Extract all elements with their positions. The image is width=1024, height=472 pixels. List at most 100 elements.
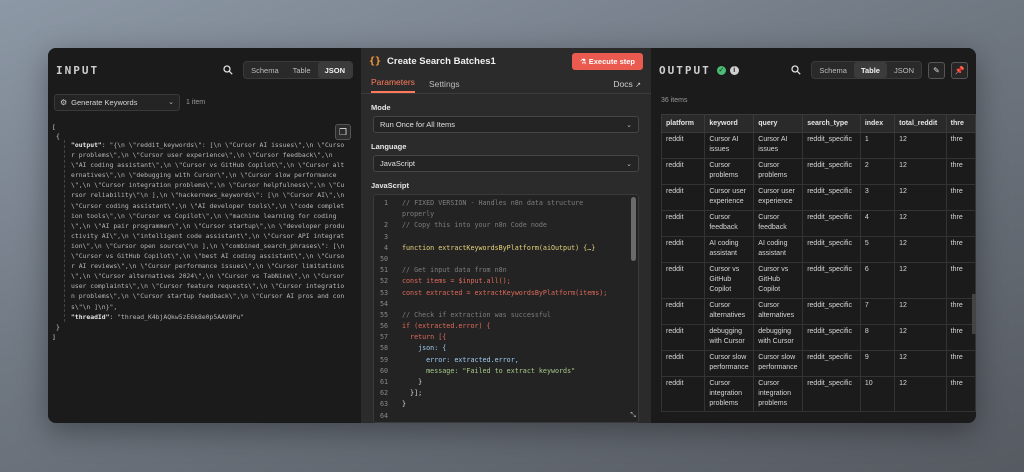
column-header-query[interactable]: query [753, 114, 804, 133]
input-item-count: 1 item [186, 98, 206, 106]
json-key-output: "output" [71, 141, 102, 149]
table-row[interactable]: reddit AI coding assistant AI coding assis… [660, 236, 976, 263]
table-row[interactable]: reddit debugging with Cursor debugging wit… [660, 323, 976, 351]
output-panel: OUTPUT ✓ i Schema Table JSON ✎ 📌 36 item… [651, 48, 976, 423]
code-editor[interactable]: 1 // FIXED VERSION - Handles n8n data str… [373, 194, 639, 423]
table-cell: Cursor slow performance [704, 349, 755, 377]
panel-drag-handle[interactable] [972, 294, 976, 334]
code-line: 2 // Copy this into your n8n Code node [374, 220, 638, 231]
language-select[interactable]: JavaScript ⌄ [373, 155, 639, 172]
table-cell: reddit [660, 236, 706, 263]
editor-scrollbar[interactable] [631, 197, 636, 261]
column-header-thread[interactable]: thre [945, 114, 976, 133]
table-row[interactable]: reddit Cursor integration problems Cursor … [660, 375, 976, 413]
success-check-icon: ✓ [716, 65, 726, 75]
line-number: 62 [379, 389, 388, 398]
language-label: Language [371, 142, 407, 151]
resize-handle-icon[interactable]: ⤡ [630, 411, 636, 420]
input-view-schema[interactable]: Schema [244, 62, 286, 78]
code-line: 59 error: extracted.error, [374, 355, 638, 366]
input-header: INPUT Schema Table JSON [48, 48, 361, 92]
table-cell: reddit_specific [802, 184, 861, 211]
code-line: properly [374, 209, 638, 220]
table-cell: 12 [894, 297, 947, 325]
line-code: return [{ [402, 333, 447, 342]
line-code: if (extracted.error) { [402, 322, 491, 331]
table-cell: Cursor alternatives [704, 297, 755, 325]
info-icon[interactable]: i [729, 65, 739, 75]
code-line: 52 const items = $input.all(); [374, 276, 638, 287]
line-code: // FIXED VERSION - Handles n8n data stru… [402, 199, 584, 207]
column-header-search-type[interactable]: search_type [802, 114, 861, 133]
line-code: // Get input data from n8n [402, 266, 507, 275]
input-view-json[interactable]: JSON [317, 62, 352, 78]
search-icon[interactable] [787, 61, 805, 79]
table-cell: reddit [660, 349, 706, 377]
code-line: 50 [374, 254, 638, 265]
code-line: 3 [374, 232, 638, 243]
line-code: message: "Failed to extract keywords" [402, 366, 576, 375]
node-tabs: Parameters Settings Docs ↗ [361, 74, 651, 94]
table-cell: reddit_specific [802, 158, 861, 185]
code-line: 54 [374, 299, 638, 310]
edit-pencil-icon[interactable]: ✎ [928, 61, 945, 79]
table-cell: reddit [660, 210, 706, 237]
pin-icon[interactable]: 📌 [951, 61, 968, 79]
app-window: INPUT Schema Table JSON ⚙ Generate Keywo… [48, 48, 976, 423]
tab-settings[interactable]: Settings [429, 79, 460, 93]
table-cell: thre [945, 236, 976, 263]
table-cell: reddit [660, 297, 706, 325]
input-node-selector[interactable]: ⚙ Generate Keywords ⌄ [54, 93, 180, 111]
table-cell: debugging with Cursor [753, 323, 804, 351]
column-header-platform[interactable]: platform [660, 114, 706, 133]
output-view-json[interactable]: JSON [887, 62, 921, 78]
output-view-schema[interactable]: Schema [812, 62, 854, 78]
mode-select[interactable]: Run Once for All Items ⌄ [373, 116, 639, 133]
code-node-icon: {} [369, 55, 382, 67]
line-code: } [402, 400, 407, 409]
table-cell: reddit_specific [802, 132, 861, 159]
input-title: INPUT [56, 63, 100, 77]
table-cell: 12 [894, 210, 947, 237]
table-row[interactable]: reddit Cursor alternatives Cursor alternat… [660, 297, 976, 325]
docs-link[interactable]: Docs ↗ [613, 79, 641, 93]
line-number: 63 [379, 400, 388, 409]
table-cell: thre [945, 184, 976, 211]
output-view-switch: Schema Table JSON [811, 61, 922, 79]
table-row[interactable]: reddit Cursor problems Cursor problems redd… [660, 158, 976, 185]
table-row[interactable]: reddit Cursor vs GitHub Copilot Cursor vs … [660, 262, 976, 299]
code-line: 64 [374, 411, 638, 422]
json-array-close: ] [52, 332, 56, 341]
column-header-keyword[interactable]: keyword [704, 114, 755, 133]
table-row[interactable]: reddit Cursor user experience Cursor user … [660, 184, 976, 211]
table-cell: 4 [859, 210, 896, 237]
table-cell: 9 [859, 349, 896, 377]
line-number: 59 [379, 355, 388, 364]
table-cell: Cursor integration problems [704, 375, 755, 413]
execute-step-button[interactable]: ⚗ Execute step [571, 52, 643, 70]
table-cell: Cursor problems [753, 158, 804, 185]
output-header: OUTPUT ✓ i Schema Table JSON ✎ 📌 [651, 48, 976, 92]
node-parameters-panel: {} Create Search Batches1 ⚗ Execute step… [361, 48, 651, 423]
column-header-total-reddit[interactable]: total_reddit [894, 114, 947, 133]
input-view-table[interactable]: Table [286, 62, 318, 78]
table-cell: reddit [660, 184, 706, 211]
chevron-down-icon: ⌄ [168, 99, 174, 106]
table-row[interactable]: reddit Cursor feedback Cursor feedback redd… [660, 210, 976, 237]
json-entries: "output": "{\n \"reddit_keywords\": [\n … [64, 140, 348, 322]
code-line: 4 function extractKeywordsByPlatform(aiOu… [374, 243, 638, 254]
column-header-index[interactable]: index [859, 114, 896, 133]
table-row[interactable]: reddit Cursor slow performance Cursor slow… [660, 349, 976, 377]
line-number [374, 209, 392, 220]
line-number: 53 [379, 288, 388, 297]
line-number: 56 [379, 322, 388, 331]
search-icon[interactable] [219, 61, 237, 79]
table-cell: Cursor user experience [753, 184, 804, 211]
table-cell: reddit_specific [802, 210, 861, 237]
table-row[interactable]: reddit Cursor AI issues Cursor AI issues re… [660, 132, 976, 159]
tab-parameters[interactable]: Parameters [371, 77, 415, 93]
json-object-close: } [56, 322, 60, 331]
output-view-table[interactable]: Table [853, 62, 887, 78]
node-title[interactable]: Create Search Batches1 [387, 56, 572, 67]
